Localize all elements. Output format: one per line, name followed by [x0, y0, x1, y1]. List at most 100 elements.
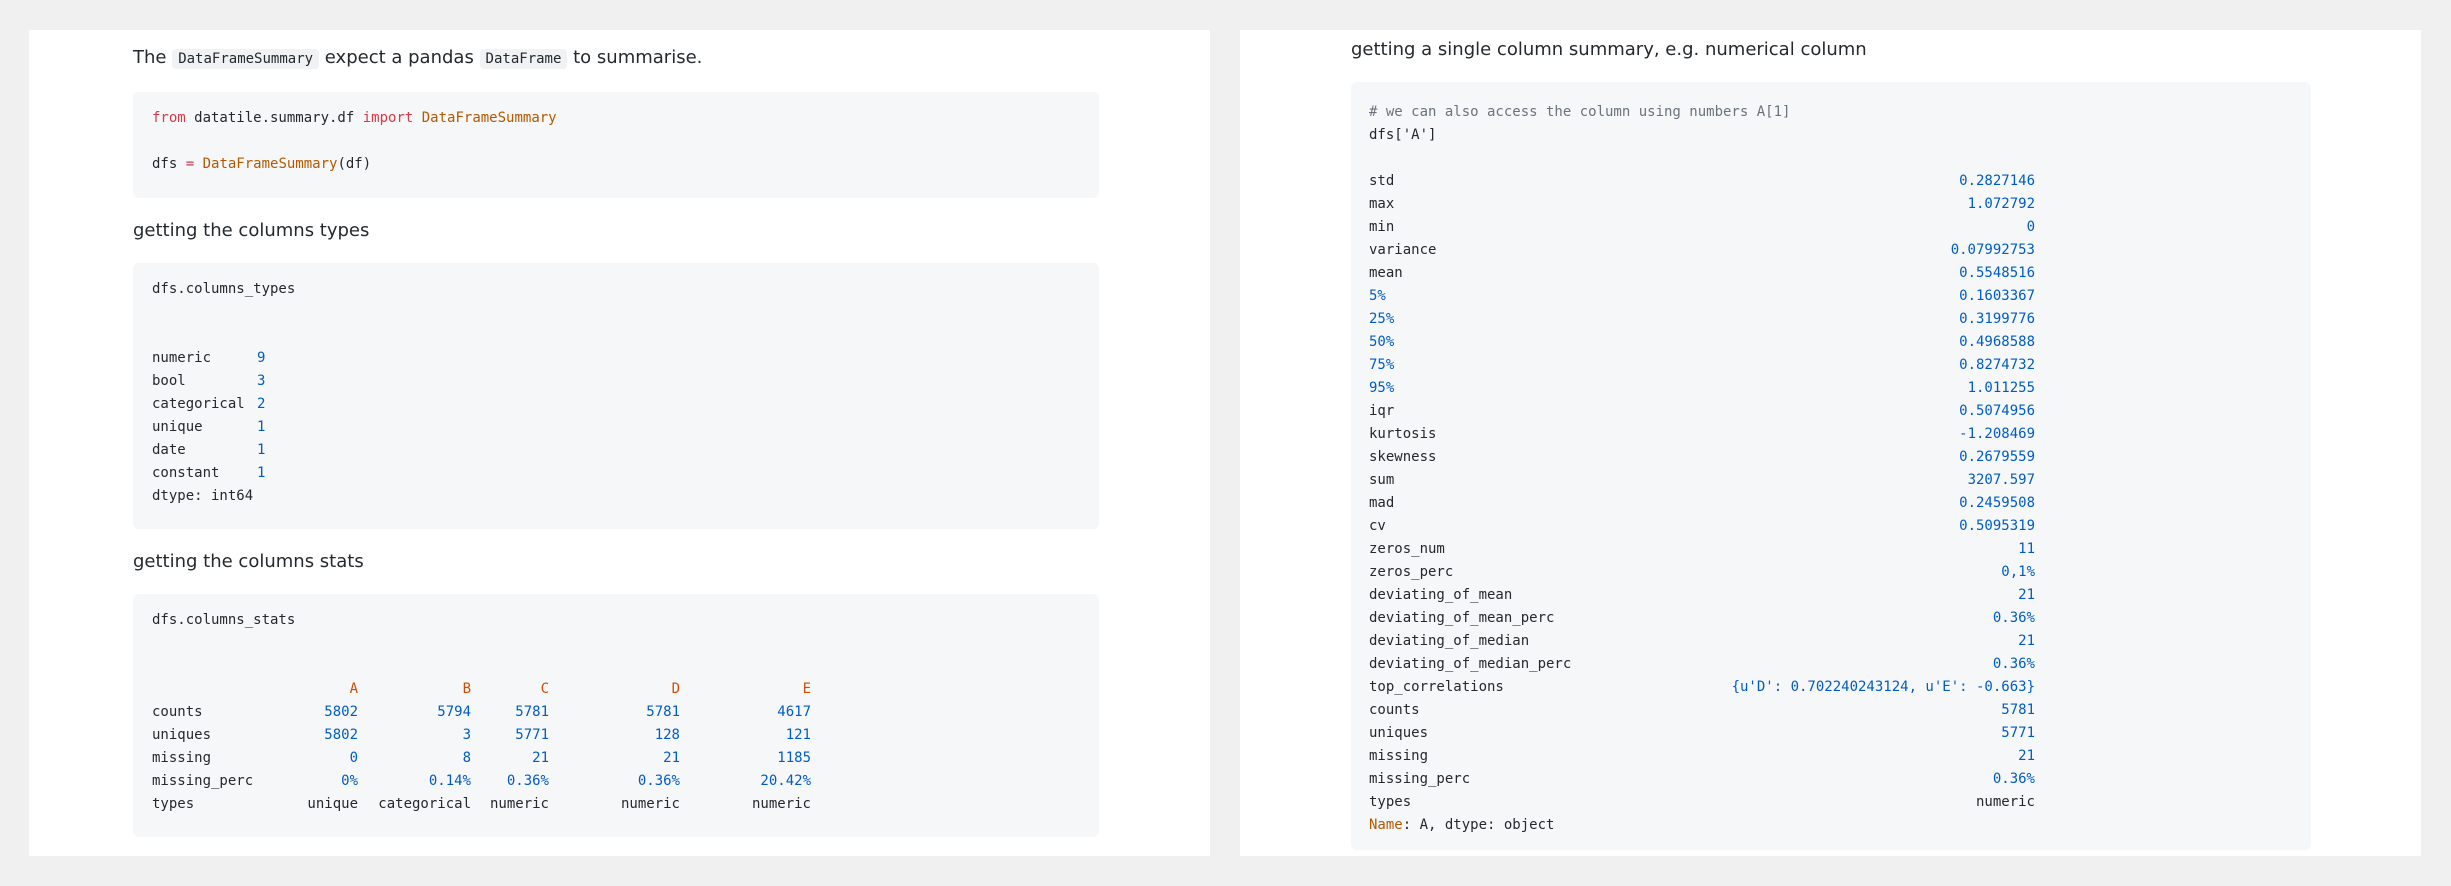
stats-code-block[interactable]: dfs.columns_stats A B C D E counts 5802 5794 57…: [133, 594, 1099, 837]
summary-row: missing_perc 0.36%: [1369, 768, 2035, 791]
summary-value: 0,1%: [2001, 564, 2035, 580]
summary-label: deviating_of_mean: [1369, 587, 1513, 603]
types-label: unique: [152, 419, 203, 435]
summary-label: cv: [1369, 518, 1386, 534]
stats-cell: numeric: [751, 796, 811, 812]
types-value: 2: [257, 396, 266, 412]
summary-value: 0.2679559: [1959, 449, 2035, 465]
types-label: numeric: [152, 350, 212, 366]
single-column-heading: getting a single column summary, e.g. nu…: [1351, 39, 1867, 60]
stats-cell: 3: [462, 727, 471, 743]
single-column-code-block[interactable]: # we can also access the column using nu…: [1351, 82, 2311, 850]
summary-label: 50%: [1369, 334, 1395, 350]
summary-value: 1.011255: [1967, 380, 2035, 396]
stats-table-row: counts 5802 5794 5781 5781 4617: [152, 701, 811, 724]
summary-row: 25% 0.3199776: [1369, 308, 2035, 331]
stats-cell: 21: [663, 750, 680, 766]
stats-cell: 0: [349, 750, 358, 766]
stats-column-header: C: [540, 681, 549, 697]
summary-value: 0.8274732: [1959, 357, 2035, 373]
types-label: bool: [152, 373, 186, 389]
summary-row: skewness 0.2679559: [1369, 446, 2035, 469]
summary-row: zeros_num 11: [1369, 538, 2035, 561]
summary-value: {u'D': 0.702240243124, u'E': -0.663}: [1731, 679, 2035, 695]
summary-value: 11: [2018, 541, 2035, 557]
stats-table-row: types unique categorical numeric numeric nume…: [152, 793, 811, 816]
stats-cell: 128: [654, 727, 680, 743]
stats-cell: 5781: [646, 704, 680, 720]
summary-row: deviating_of_median_perc 0.36%: [1369, 653, 2035, 676]
summary-value: 5771: [2001, 725, 2035, 741]
stats-cell: 5781: [515, 704, 549, 720]
summary-value: 21: [2018, 633, 2035, 649]
stats-cell: 0.14%: [428, 773, 471, 789]
stats-cell: categorical: [378, 796, 471, 812]
summary-label: 5%: [1369, 288, 1386, 304]
summary-value: 0.3199776: [1959, 311, 2035, 327]
stats-cell: 121: [785, 727, 811, 743]
summary-label: deviating_of_mean_perc: [1369, 610, 1555, 626]
summary-value: -1.208469: [1959, 426, 2035, 442]
summary-row: variance 0.07992753: [1369, 239, 2035, 262]
summary-value: 0.5095319: [1959, 518, 2035, 534]
summary-row: sum 3207.597: [1369, 469, 2035, 492]
stats-column-header: A: [349, 681, 358, 697]
summary-label: std: [1369, 173, 1395, 189]
stats-column-header: E: [802, 681, 811, 697]
summary-row: deviating_of_median 21: [1369, 630, 2035, 653]
inline-code-dataframe: DataFrame: [479, 49, 568, 69]
assign-line: dfs = DataFrameSummary(df): [152, 156, 372, 172]
summary-value: 0.1603367: [1959, 288, 2035, 304]
summary-label: iqr: [1369, 403, 1395, 419]
stats-row-label: types: [152, 796, 195, 812]
summary-value: 3207.597: [1967, 472, 2035, 488]
stats-cell: 0%: [341, 773, 358, 789]
stats-cell: 5802: [324, 704, 358, 720]
stats-cell: 5794: [437, 704, 471, 720]
summary-row: zeros_perc 0,1%: [1369, 561, 2035, 584]
summary-value: 0: [2026, 219, 2035, 235]
types-label: categorical: [152, 396, 245, 412]
summary-label: skewness: [1369, 449, 1437, 465]
types-heading: getting the columns types: [133, 220, 370, 241]
summary-row: 75% 0.8274732: [1369, 354, 2035, 377]
summary-label: mad: [1369, 495, 1395, 511]
intro-text-1: The: [133, 47, 173, 68]
summary-value: 21: [2018, 748, 2035, 764]
types-code-block[interactable]: dfs.columns_types numeric 9 bool 3 categoric…: [133, 263, 1099, 529]
stats-row-label: missing_perc: [152, 773, 254, 789]
types-dtype: dtype: int64: [152, 488, 254, 504]
stats-heading: getting the columns stats: [133, 551, 364, 572]
stats-row-label: counts: [152, 704, 203, 720]
summary-label: 75%: [1369, 357, 1395, 373]
summary-row: min 0: [1369, 216, 2035, 239]
types-table-row: unique 1: [152, 416, 265, 439]
summary-row: 95% 1.011255: [1369, 377, 2035, 400]
summary-label: 25%: [1369, 311, 1395, 327]
summary-value: 0.36%: [1992, 610, 2035, 626]
summary-row: std 0.2827146: [1369, 170, 2035, 193]
intro-text-2: expect a pandas: [319, 47, 480, 68]
summary-row: uniques 5771: [1369, 722, 2035, 745]
summary-value: 0.5548516: [1959, 265, 2035, 281]
stats-header-corner: [152, 678, 258, 701]
types-label: constant: [152, 465, 220, 481]
summary-label: deviating_of_median: [1369, 633, 1530, 649]
types-value: 1: [257, 442, 266, 458]
summary-row: missing 21: [1369, 745, 2035, 768]
stats-row-label: uniques: [152, 727, 212, 743]
types-code-line: dfs.columns_types: [152, 281, 296, 297]
stats-table-row: missing 0 8 21 21 1185: [152, 747, 811, 770]
summary-label: min: [1369, 219, 1395, 235]
import-code-block[interactable]: from datatile.summary.df import DataFram…: [133, 92, 1099, 198]
stats-column-header: B: [462, 681, 471, 697]
summary-row: 5% 0.1603367: [1369, 285, 2035, 308]
summary-label: counts: [1369, 702, 1420, 718]
summary-label: 95%: [1369, 380, 1395, 396]
summary-label: missing: [1369, 748, 1429, 764]
stats-cell: 20.42%: [760, 773, 811, 789]
summary-row: types numeric: [1369, 791, 2035, 814]
summary-value: 0.5074956: [1959, 403, 2035, 419]
types-table-row: categorical 2: [152, 393, 265, 416]
stats-row-label: missing: [152, 750, 212, 766]
